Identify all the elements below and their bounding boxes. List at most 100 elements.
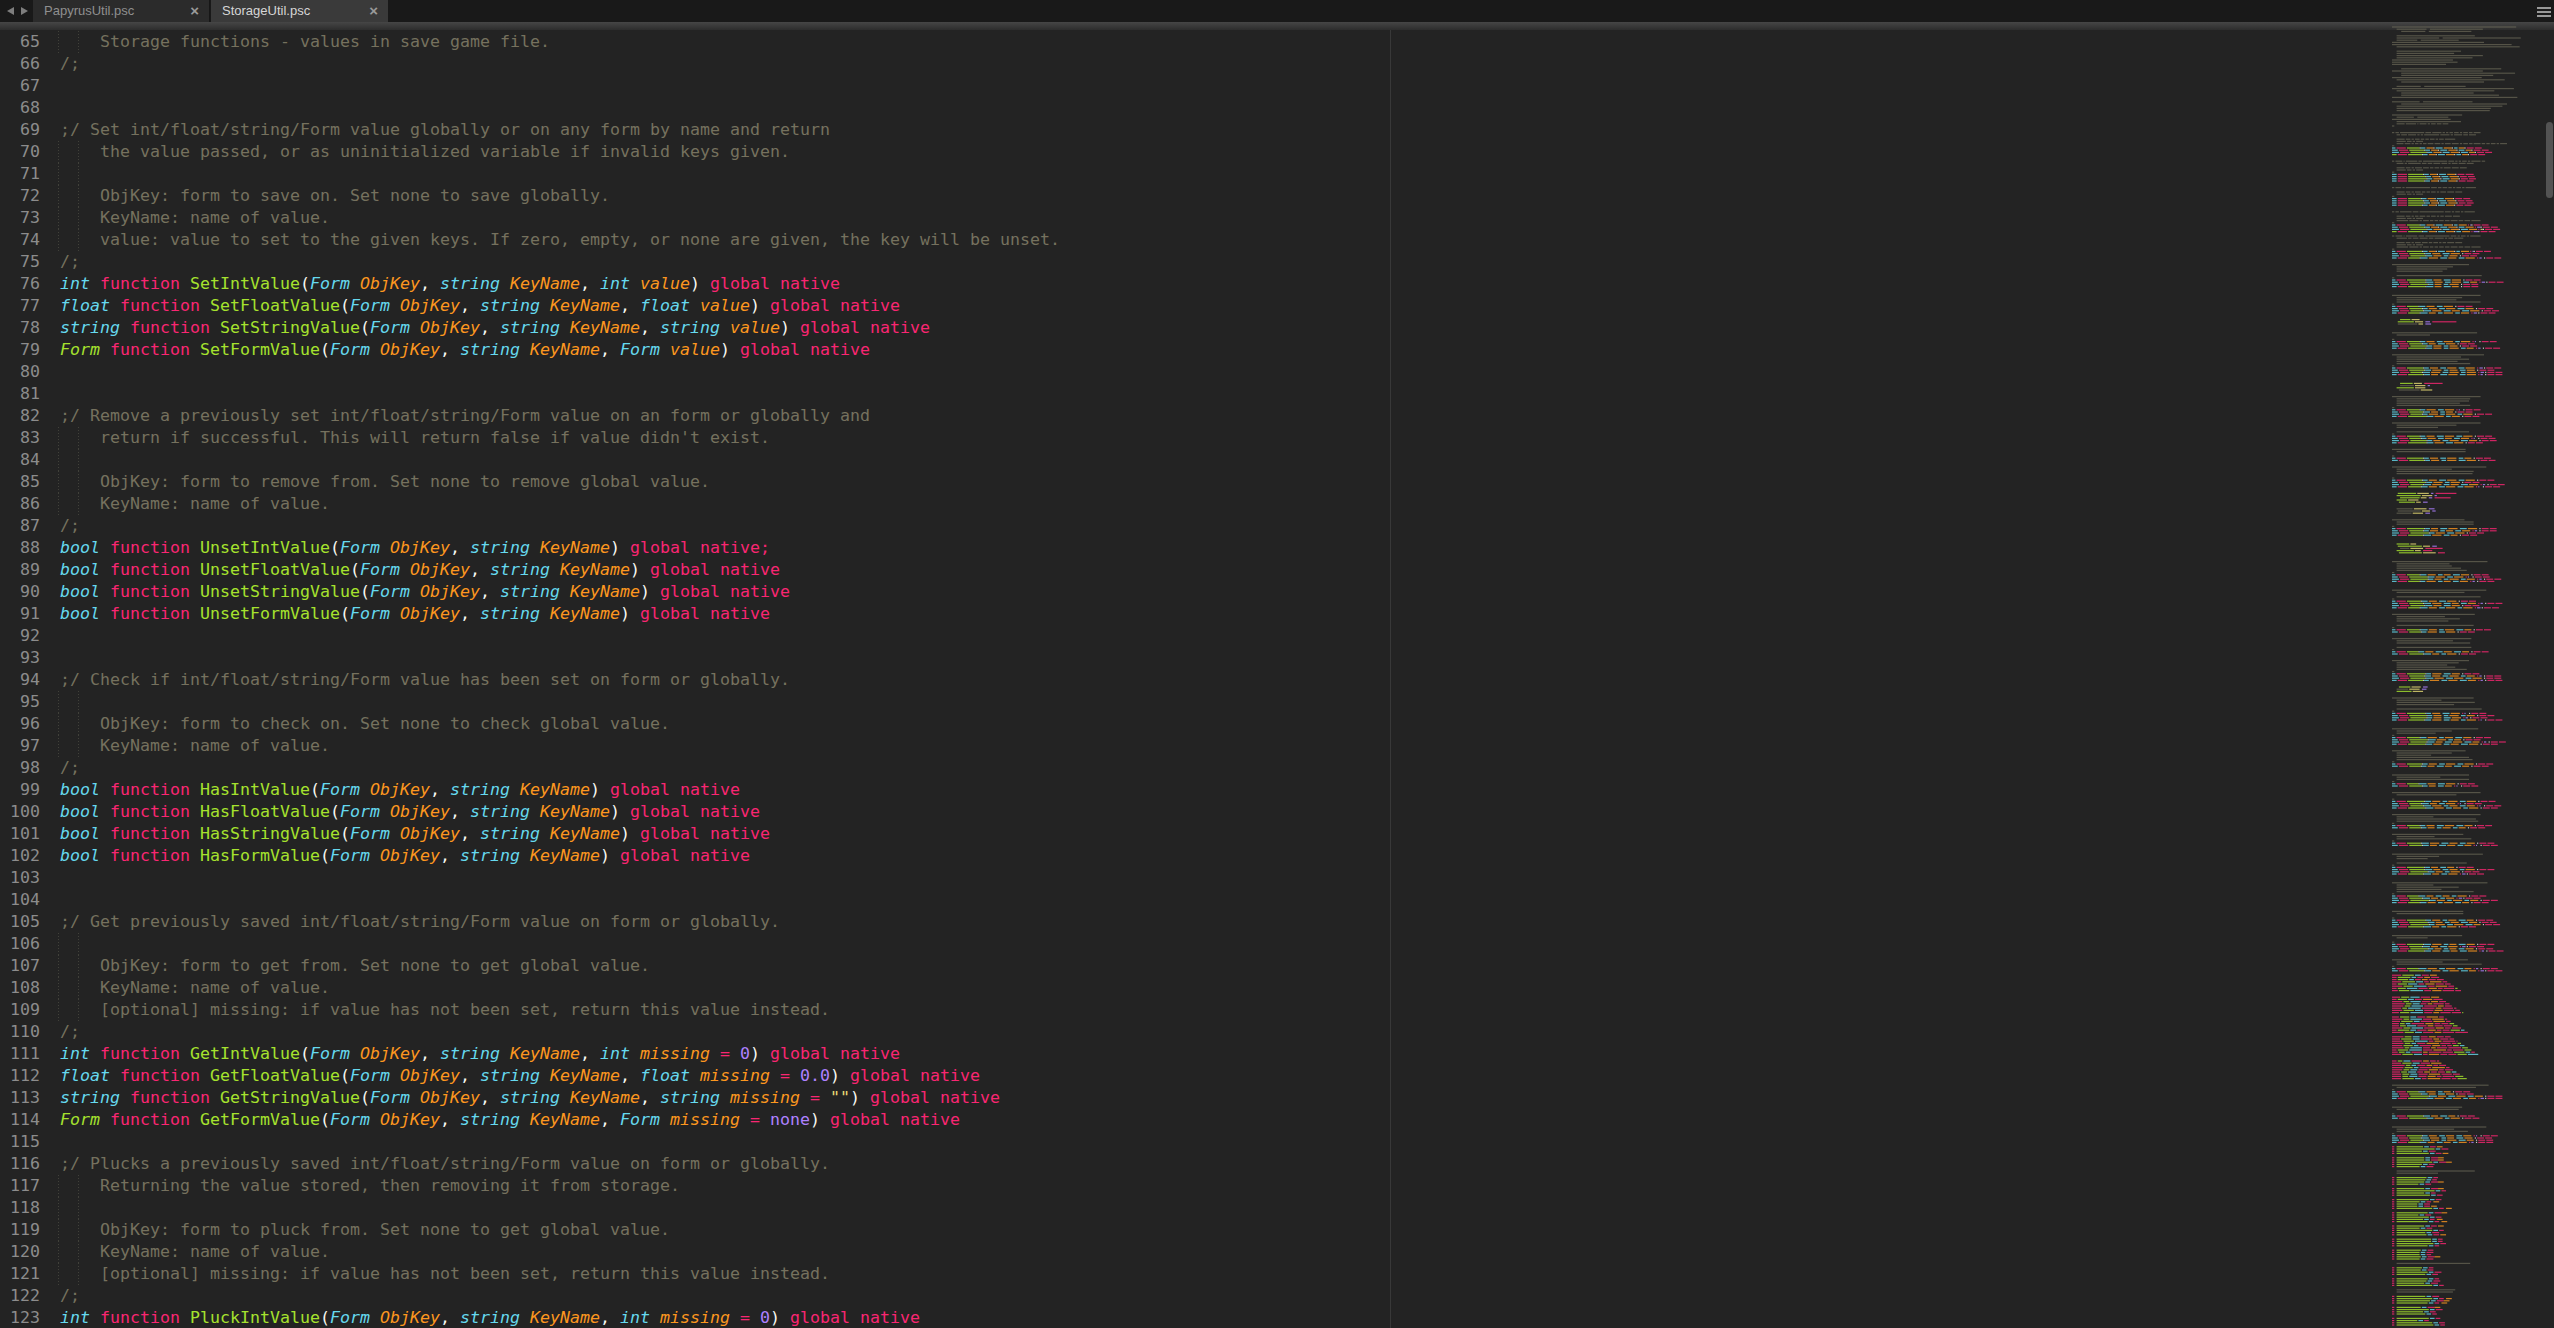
code-token: KeyName: name of value. — [60, 978, 330, 997]
code-token: Form — [320, 780, 360, 799]
code-token: bool — [60, 560, 100, 579]
code-token: int — [590, 1044, 630, 1063]
code-line: 82;/ Remove a previously set int/float/s… — [0, 405, 2390, 427]
code-token: ObjKey — [400, 560, 470, 579]
code-token: , — [460, 296, 470, 315]
code-token: string — [480, 560, 550, 579]
code-token: int — [60, 274, 90, 293]
line-number: 71 — [0, 163, 40, 185]
scrollbar-thumb[interactable] — [2546, 122, 2553, 198]
overflow-menu-icon[interactable] — [2537, 7, 2551, 19]
tab-close-icon[interactable]: × — [190, 0, 199, 21]
indent-guide — [58, 735, 59, 757]
indent-guide — [78, 229, 79, 251]
code-line: 73 KeyName: name of value. — [0, 207, 2390, 229]
indent-guide — [58, 449, 59, 471]
code-token: , — [450, 538, 460, 557]
code-token: ( — [300, 274, 310, 293]
code-line: 80 — [0, 361, 2390, 383]
nav-forward-icon[interactable] — [21, 7, 28, 15]
code-token: string — [470, 1066, 540, 1085]
code-token: ;/ Plucks a previously saved int/float/s… — [60, 1154, 830, 1173]
code-token: KeyName: name of value. — [60, 208, 330, 227]
line-number: 98 — [0, 757, 40, 779]
code-token: global native — [840, 1066, 980, 1085]
code-line: 99bool function HasIntValue(Form ObjKey,… — [0, 779, 2390, 801]
code-token: UnsetIntValue — [190, 538, 330, 557]
line-number: 112 — [0, 1065, 40, 1087]
line-number: 104 — [0, 889, 40, 911]
code-token: , — [620, 1066, 630, 1085]
code-token: ( — [340, 824, 350, 843]
code-token: ObjKey: form to save on. Set none to sav… — [60, 186, 610, 205]
minimap[interactable] — [2390, 26, 2546, 1328]
indent-guide — [58, 185, 59, 207]
code-token: int — [60, 1308, 90, 1327]
tab-papyrusutil[interactable]: PapyrusUtil.psc × — [33, 0, 210, 22]
code-token: UnsetFloatValue — [190, 560, 350, 579]
code-token: ;/ Remove a previously set int/float/str… — [60, 406, 870, 425]
code-line: 69;/ Set int/float/string/Form value glo… — [0, 119, 2390, 141]
code-token: ObjKey — [410, 582, 480, 601]
code-line: 75/; — [0, 251, 2390, 273]
code-token: , — [600, 1110, 610, 1129]
line-number: 119 — [0, 1219, 40, 1241]
code-token: value — [630, 274, 690, 293]
line-number: 102 — [0, 845, 40, 867]
code-token: ObjKey: form to remove from. Set none to… — [60, 472, 710, 491]
code-token: , — [640, 318, 650, 337]
line-number: 90 — [0, 581, 40, 603]
code-token: string — [650, 318, 720, 337]
indent-guide — [58, 1219, 59, 1241]
indent-guide — [58, 999, 59, 1021]
tab-bar: PapyrusUtil.psc × StorageUtil.psc × — [0, 0, 2554, 22]
code-token: ( — [320, 1308, 330, 1327]
line-number: 107 — [0, 955, 40, 977]
code-token: missing — [650, 1308, 730, 1327]
code-line: 106 — [0, 933, 2390, 955]
tab-storageutil[interactable]: StorageUtil.psc × — [211, 0, 388, 22]
code-token: function — [90, 1308, 180, 1327]
code-token: string — [490, 318, 560, 337]
code-token: , — [420, 274, 430, 293]
code-token: missing — [690, 1066, 770, 1085]
code-token: string — [60, 318, 120, 337]
code-token: ) — [600, 846, 610, 865]
code-token: /; — [60, 54, 80, 73]
code-token: = — [710, 1044, 730, 1063]
line-number: 95 — [0, 691, 40, 713]
indent-guide — [58, 977, 59, 999]
code-token: string — [490, 1088, 560, 1107]
indent-guide — [58, 207, 59, 229]
tabbar-bevel — [0, 22, 2554, 30]
code-line: 88bool function UnsetIntValue(Form ObjKe… — [0, 537, 2390, 559]
line-number: 101 — [0, 823, 40, 845]
code-token: ObjKey — [390, 824, 460, 843]
line-number: 99 — [0, 779, 40, 801]
code-token: KeyName — [540, 604, 620, 623]
code-token: Form — [610, 340, 660, 359]
code-line: 81 — [0, 383, 2390, 405]
code-editor[interactable]: 65 Storage functions - values in save ga… — [0, 30, 2390, 1328]
code-token: , — [460, 604, 470, 623]
code-token: function — [100, 846, 190, 865]
code-token: Form — [350, 296, 390, 315]
code-token: , — [640, 1088, 650, 1107]
tab-close-icon[interactable]: × — [369, 0, 378, 21]
code-token: KeyName — [550, 560, 630, 579]
indent-guide — [78, 31, 79, 53]
line-number: 79 — [0, 339, 40, 361]
code-token: function — [100, 582, 190, 601]
indent-guide — [58, 713, 59, 735]
code-token: function — [100, 560, 190, 579]
code-token: UnsetFormValue — [190, 604, 340, 623]
indent-guide — [58, 493, 59, 515]
code-token: ( — [360, 582, 370, 601]
code-token: ;/ Set int/float/string/Form value globa… — [60, 120, 830, 139]
code-token: KeyName: name of value. — [60, 736, 330, 755]
nav-back-icon[interactable] — [7, 7, 14, 15]
indent-guide — [58, 691, 59, 713]
code-token: ( — [330, 538, 340, 557]
indent-guide — [78, 691, 79, 713]
indent-guide — [58, 1175, 59, 1197]
